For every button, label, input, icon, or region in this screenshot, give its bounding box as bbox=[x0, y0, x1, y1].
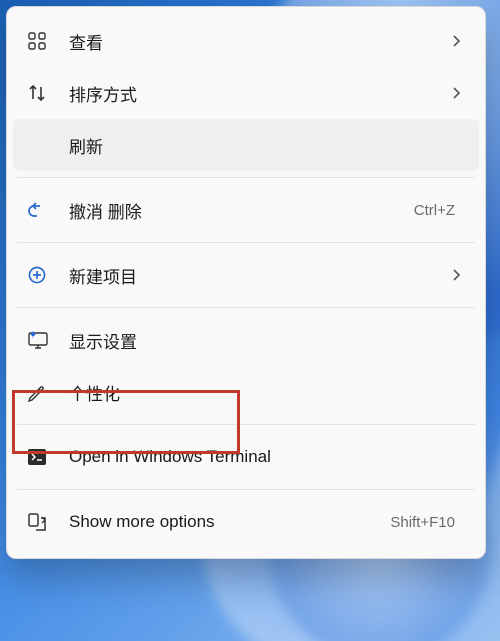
menu-item-personalize[interactable]: 个性化 bbox=[13, 366, 479, 418]
sort-icon bbox=[27, 83, 69, 103]
chevron-right-icon bbox=[445, 268, 461, 282]
menu-item-sort[interactable]: 排序方式 bbox=[13, 67, 479, 119]
menu-item-display-settings[interactable]: 显示设置 bbox=[13, 314, 479, 366]
chevron-right-icon bbox=[445, 34, 461, 48]
menu-item-undo-delete[interactable]: 撤消 删除 Ctrl+Z bbox=[13, 184, 479, 236]
chevron-right-icon bbox=[445, 86, 461, 100]
menu-item-label: 个性化 bbox=[69, 380, 461, 405]
menu-item-label: 刷新 bbox=[69, 133, 461, 158]
menu-item-label: Show more options bbox=[69, 512, 390, 532]
menu-separator bbox=[17, 307, 475, 308]
menu-item-new[interactable]: 新建项目 bbox=[13, 249, 479, 301]
personalize-icon bbox=[27, 382, 69, 402]
menu-item-shortcut: Ctrl+Z bbox=[414, 202, 455, 219]
menu-item-show-more[interactable]: Show more options Shift+F10 bbox=[13, 496, 479, 548]
menu-item-label: 撤消 删除 bbox=[69, 198, 414, 223]
view-icon bbox=[27, 31, 69, 51]
menu-item-label: Open in Windows Terminal bbox=[69, 447, 461, 467]
terminal-icon bbox=[27, 448, 69, 466]
menu-item-terminal[interactable]: Open in Windows Terminal bbox=[13, 431, 479, 483]
show-more-icon bbox=[27, 512, 69, 532]
menu-separator bbox=[17, 242, 475, 243]
menu-item-label: 排序方式 bbox=[69, 81, 445, 106]
menu-item-label: 新建项目 bbox=[69, 263, 445, 288]
menu-item-label: 查看 bbox=[69, 29, 445, 54]
menu-separator bbox=[17, 177, 475, 178]
menu-separator bbox=[17, 424, 475, 425]
desktop-context-menu: 查看 排序方式 刷新 撤消 删除 Ctrl+Z bbox=[6, 6, 486, 559]
menu-item-view[interactable]: 查看 bbox=[13, 15, 479, 67]
menu-separator bbox=[17, 489, 475, 490]
menu-item-shortcut: Shift+F10 bbox=[390, 514, 455, 531]
menu-item-refresh[interactable]: 刷新 bbox=[13, 119, 479, 171]
new-icon bbox=[27, 265, 69, 285]
menu-item-label: 显示设置 bbox=[69, 328, 461, 353]
display-settings-icon bbox=[27, 330, 69, 350]
undo-icon bbox=[27, 200, 69, 220]
